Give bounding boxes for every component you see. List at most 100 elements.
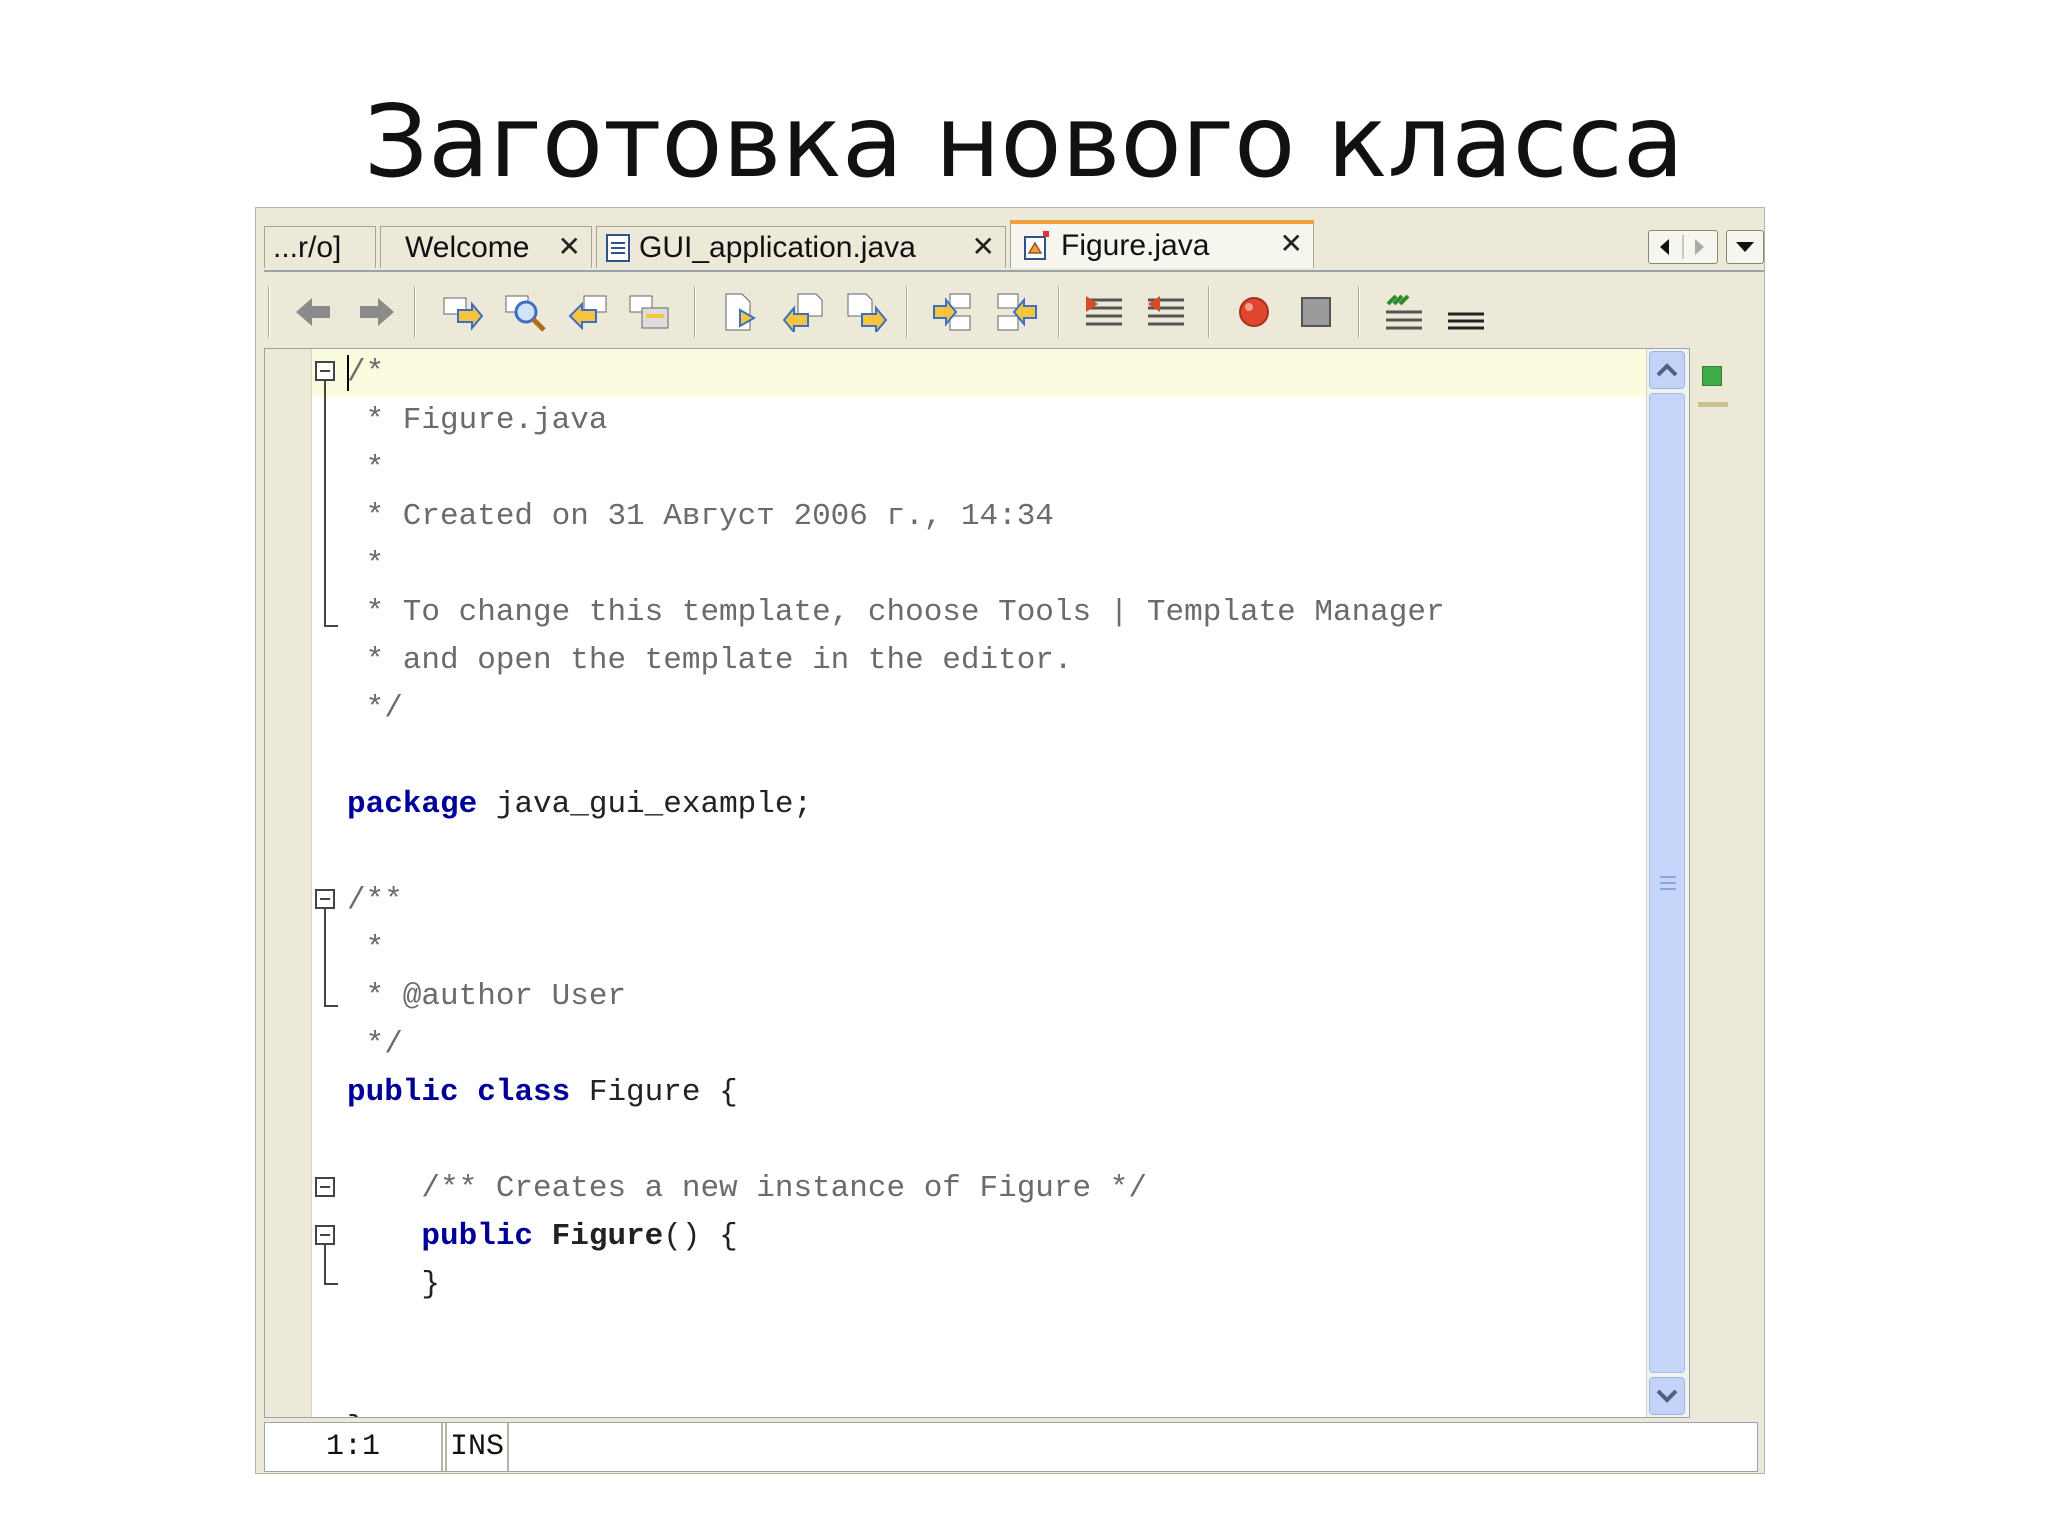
code-editor[interactable]: /* * Figure.java * * Created on 31 Авгус…	[264, 348, 1690, 1418]
find-icon[interactable]	[504, 292, 548, 332]
fold-margin	[311, 349, 345, 1417]
code-keyword: class	[477, 1075, 571, 1110]
toolbar-separator	[1208, 286, 1210, 338]
tab-label: ...r/o]	[273, 230, 342, 264]
fold-guide	[324, 1245, 326, 1283]
code-comment: * Created on 31 Август 2006 г., 14:34	[347, 499, 1054, 534]
code-line[interactable]: * Created on 31 Август 2006 г., 14:34	[347, 493, 1054, 541]
chevron-down-icon	[1656, 1389, 1678, 1403]
record-macro-icon[interactable]	[1232, 292, 1276, 332]
insert-mode-indicator[interactable]: INS	[445, 1423, 509, 1471]
code-keyword: package	[347, 787, 478, 822]
uncomment-icon[interactable]	[1144, 292, 1188, 332]
code-line[interactable]: *	[347, 445, 385, 493]
stop-macro-icon[interactable]	[1294, 292, 1338, 332]
current-line-highlight	[312, 349, 1689, 397]
editor-window: ...r/o] Welcome ✕ GUI_application.java ✕…	[255, 207, 1765, 1474]
previous-bookmark-icon[interactable]	[782, 292, 826, 332]
tab-welcome[interactable]: Welcome ✕	[380, 226, 592, 268]
status-ok-icon	[1702, 366, 1722, 386]
fold-collapse-icon[interactable]	[315, 1225, 335, 1245]
indent-icon[interactable]	[932, 292, 976, 332]
code-line[interactable]: */	[347, 1021, 403, 1069]
fold-end-marker	[324, 1005, 338, 1007]
code-comment: */	[347, 691, 403, 726]
code-line[interactable]: * and open the template in the editor.	[347, 637, 1073, 685]
code-line[interactable]: /**	[347, 877, 403, 925]
java-class-icon	[1024, 231, 1049, 260]
slide-title: Заготовка нового класса	[364, 83, 1684, 200]
code-line[interactable]: * Figure.java	[347, 397, 608, 445]
code-token: Figure {	[570, 1075, 738, 1110]
fold-collapse-icon[interactable]	[315, 361, 335, 381]
close-icon[interactable]: ✕	[1280, 227, 1303, 260]
tab-label: Figure.java	[1061, 229, 1210, 262]
code-keyword: public	[421, 1219, 534, 1254]
next-bookmark-icon[interactable]	[844, 292, 888, 332]
toggle-highlight-icon[interactable]	[628, 292, 672, 332]
tab-figure-java[interactable]: Figure.java ✕	[1010, 220, 1314, 268]
code-token: }	[347, 1267, 441, 1302]
code-comment: *	[347, 547, 385, 582]
java-file-icon	[606, 233, 630, 262]
code-comment: * Figure.java	[347, 403, 608, 438]
comment-icon[interactable]	[1082, 292, 1126, 332]
find-selection-icon[interactable]	[442, 292, 486, 332]
fold-collapse-icon[interactable]	[315, 1177, 335, 1197]
status-bar: 1:1 INS	[264, 1422, 1758, 1472]
fold-collapse-icon[interactable]	[315, 889, 335, 909]
close-icon[interactable]: ✕	[972, 230, 995, 263]
scroll-up-button[interactable]	[1649, 351, 1685, 389]
code-line[interactable]: package java_gui_example;	[347, 781, 812, 829]
left-right-arrows-icon	[1660, 235, 1704, 259]
code-comment: /*	[347, 355, 385, 390]
tab-project-readonly[interactable]: ...r/o]	[264, 226, 376, 268]
code-comment: *	[347, 931, 385, 966]
grip-line	[1660, 882, 1676, 884]
close-icon[interactable]: ✕	[558, 230, 581, 263]
fold-end-marker	[324, 625, 338, 627]
find-previous-icon[interactable]	[566, 292, 610, 332]
fold-guide	[324, 381, 326, 625]
code-line[interactable]: /** Creates a new instance of Figure */	[347, 1165, 1147, 1213]
format-icon[interactable]	[1382, 292, 1426, 332]
forward-icon[interactable]	[354, 292, 398, 332]
scrollbar-thumb[interactable]	[1649, 393, 1685, 1373]
code-line[interactable]: }	[347, 1261, 440, 1309]
code-line[interactable]: *	[347, 541, 385, 589]
line-gutter	[265, 349, 312, 1417]
error-stripe	[1692, 348, 1758, 1418]
code-line[interactable]: /*	[347, 349, 384, 397]
vertical-scrollbar[interactable]	[1646, 349, 1689, 1417]
code-comment: * To change this template, choose Tools …	[347, 595, 1445, 630]
toolbar-separator	[906, 286, 908, 338]
back-icon[interactable]	[292, 292, 336, 332]
scroll-down-button[interactable]	[1649, 1377, 1685, 1415]
tab-scroll-buttons[interactable]	[1648, 230, 1718, 264]
tab-label: GUI_application.java	[639, 230, 916, 264]
code-line[interactable]: public Figure() {	[347, 1213, 737, 1261]
toolbar-separator	[268, 286, 270, 338]
code-line[interactable]: */	[347, 685, 403, 733]
code-comment: * and open the template in the editor.	[347, 643, 1073, 678]
chevron-down-icon	[1736, 242, 1754, 252]
code-comment: /**	[347, 883, 403, 918]
code-comment: /** Creates a new instance of Figure */	[347, 1171, 1147, 1206]
tab-bar: ...r/o] Welcome ✕ GUI_application.java ✕…	[264, 218, 1764, 268]
annotation-mark[interactable]	[1698, 402, 1728, 407]
unindent-icon[interactable]	[994, 292, 1038, 332]
shift-left-icon[interactable]	[720, 292, 764, 332]
code-comment: */	[347, 1027, 403, 1062]
tab-list-dropdown[interactable]	[1726, 230, 1764, 264]
code-line[interactable]: public class Figure {	[347, 1069, 738, 1117]
code-line[interactable]: }	[347, 1405, 366, 1417]
tab-gui-application-java[interactable]: GUI_application.java ✕	[596, 226, 1006, 268]
outline-icon[interactable]	[1444, 292, 1488, 332]
code-line[interactable]: * To change this template, choose Tools …	[347, 589, 1445, 637]
toolbar-separator	[694, 286, 696, 338]
code-comment: * @author User	[347, 979, 627, 1014]
code-line[interactable]: * @author User	[347, 973, 626, 1021]
code-line[interactable]: *	[347, 925, 385, 973]
